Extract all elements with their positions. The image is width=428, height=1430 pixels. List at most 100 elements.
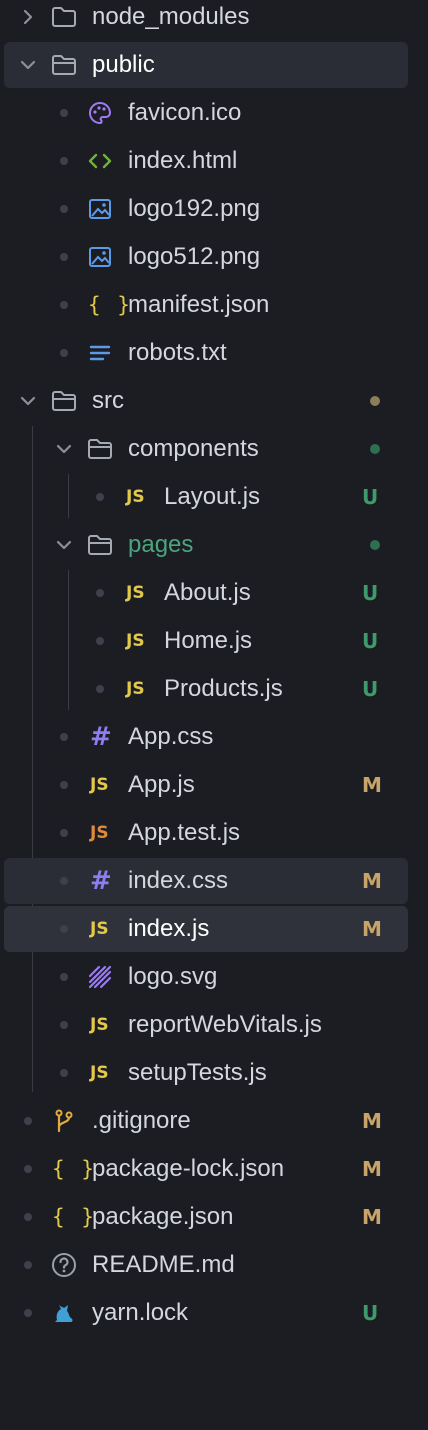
js-test-icon: JS xyxy=(90,823,109,843)
file-logo512-png[interactable]: logo512.png xyxy=(4,234,408,280)
file-explorer-tree: node_modules public favicon.ico index.ht… xyxy=(0,0,428,1430)
file-label: App.test.js xyxy=(128,819,241,846)
file-logo192-png[interactable]: logo192.png xyxy=(4,186,408,232)
file-yarn-lock[interactable]: yarn.lock U xyxy=(4,1290,408,1336)
chevron-right-icon xyxy=(23,9,33,25)
file-label: Home.js xyxy=(164,627,253,654)
git-status-badge: M xyxy=(362,1109,382,1133)
folder-src[interactable]: src xyxy=(4,378,408,424)
bullet-dot xyxy=(60,205,68,213)
git-status-badge: U xyxy=(362,581,379,605)
question-circle-icon xyxy=(52,1253,76,1277)
file-package-lock-json[interactable]: { } package-lock.json M xyxy=(4,1146,408,1192)
js-icon: JS xyxy=(126,583,145,603)
file-app-test-js[interactable]: JS App.test.js xyxy=(4,810,408,856)
file-package-json[interactable]: { } package.json M xyxy=(4,1194,408,1240)
code-brackets-icon xyxy=(88,153,112,169)
js-icon: JS xyxy=(90,1015,109,1035)
folder-node-modules[interactable]: node_modules xyxy=(4,0,408,40)
bullet-dot xyxy=(96,493,104,501)
bullet-dot xyxy=(60,109,68,117)
bullet-dot xyxy=(96,589,104,597)
folder-open-icon xyxy=(52,55,76,75)
bullet-dot xyxy=(60,349,68,357)
file-label: logo192.png xyxy=(128,195,261,222)
git-branch-icon xyxy=(55,1109,73,1133)
js-icon: JS xyxy=(126,487,145,507)
bullet-dot xyxy=(60,781,68,789)
file-label: Layout.js xyxy=(164,483,261,510)
bullet-dot xyxy=(24,1261,32,1269)
file-home-js[interactable]: JS Home.js U xyxy=(4,618,408,664)
bullet-dot xyxy=(24,1309,32,1317)
bullet-dot xyxy=(60,253,68,261)
folder-components[interactable]: components xyxy=(4,426,408,472)
file-favicon-ico[interactable]: favicon.ico xyxy=(4,90,408,136)
json-braces-icon: { } xyxy=(52,1157,96,1181)
git-status-badge: U xyxy=(362,1301,379,1325)
folder-open-icon xyxy=(88,439,112,459)
file-about-js[interactable]: JS About.js U xyxy=(4,570,408,616)
git-status-badge: M xyxy=(362,1157,382,1181)
yarn-cat-icon xyxy=(55,1305,73,1322)
folder-open-icon xyxy=(88,535,112,555)
js-icon: JS xyxy=(90,1063,109,1083)
file-robots-txt[interactable]: robots.txt xyxy=(4,330,408,376)
file-readme-md[interactable]: README.md xyxy=(4,1242,408,1288)
git-status-badge: U xyxy=(362,485,379,509)
file-label: Products.js xyxy=(164,675,283,702)
file-label: .gitignore xyxy=(92,1107,191,1134)
bullet-dot xyxy=(96,637,104,645)
file-index-css[interactable]: # index.css M xyxy=(4,858,408,904)
css-hash-icon: # xyxy=(90,722,112,752)
bullet-dot xyxy=(60,301,68,309)
json-braces-icon: { } xyxy=(88,293,132,317)
file-label: yarn.lock xyxy=(92,1299,189,1326)
chevron-down-icon xyxy=(56,444,72,454)
file-label: App.js xyxy=(128,771,195,798)
git-status-badge: M xyxy=(362,1205,382,1229)
image-icon xyxy=(89,199,111,219)
untracked-dot xyxy=(370,540,380,550)
folder-label: components xyxy=(128,435,259,462)
file-gitignore[interactable]: .gitignore M xyxy=(4,1098,408,1144)
file-label: index.js xyxy=(128,915,210,942)
git-status-badge: M xyxy=(362,773,382,797)
bullet-dot xyxy=(60,733,68,741)
bullet-dot xyxy=(60,1069,68,1077)
file-label: setupTests.js xyxy=(128,1059,267,1086)
git-status-badge: U xyxy=(362,677,379,701)
file-label: robots.txt xyxy=(128,339,227,366)
file-label: favicon.ico xyxy=(128,99,242,126)
file-setuptests-js[interactable]: JS setupTests.js xyxy=(4,1050,408,1096)
bullet-dot xyxy=(60,1021,68,1029)
file-manifest-json[interactable]: { } manifest.json xyxy=(4,282,408,328)
js-icon: JS xyxy=(90,919,109,939)
file-products-js[interactable]: JS Products.js U xyxy=(4,666,408,712)
chevron-down-icon xyxy=(56,540,72,550)
file-label: manifest.json xyxy=(128,291,270,318)
folder-pages[interactable]: pages xyxy=(4,522,408,568)
file-app-css[interactable]: # App.css xyxy=(4,714,408,760)
folder-public[interactable]: public xyxy=(4,42,408,88)
git-status-badge: M xyxy=(362,917,382,941)
bullet-dot xyxy=(96,685,104,693)
file-index-html[interactable]: index.html xyxy=(4,138,408,184)
bullet-dot xyxy=(60,925,68,933)
file-logo-svg[interactable]: logo.svg xyxy=(4,954,408,1000)
file-reportwebvitals-js[interactable]: JS reportWebVitals.js xyxy=(4,1002,408,1048)
bullet-dot xyxy=(24,1117,32,1125)
folder-label: public xyxy=(92,51,155,78)
file-layout-js[interactable]: JS Layout.js U xyxy=(4,474,408,520)
modified-dot xyxy=(370,396,380,406)
file-label: logo.svg xyxy=(128,963,218,990)
bullet-dot xyxy=(24,1165,32,1173)
folder-label: src xyxy=(92,387,124,414)
file-label: index.html xyxy=(128,147,238,174)
folder-icon xyxy=(52,7,76,27)
file-label: package.json xyxy=(92,1203,234,1230)
bullet-dot xyxy=(24,1213,32,1221)
file-index-js[interactable]: JS index.js M xyxy=(4,906,408,952)
file-app-js[interactable]: JS App.js M xyxy=(4,762,408,808)
file-label: README.md xyxy=(92,1251,235,1278)
